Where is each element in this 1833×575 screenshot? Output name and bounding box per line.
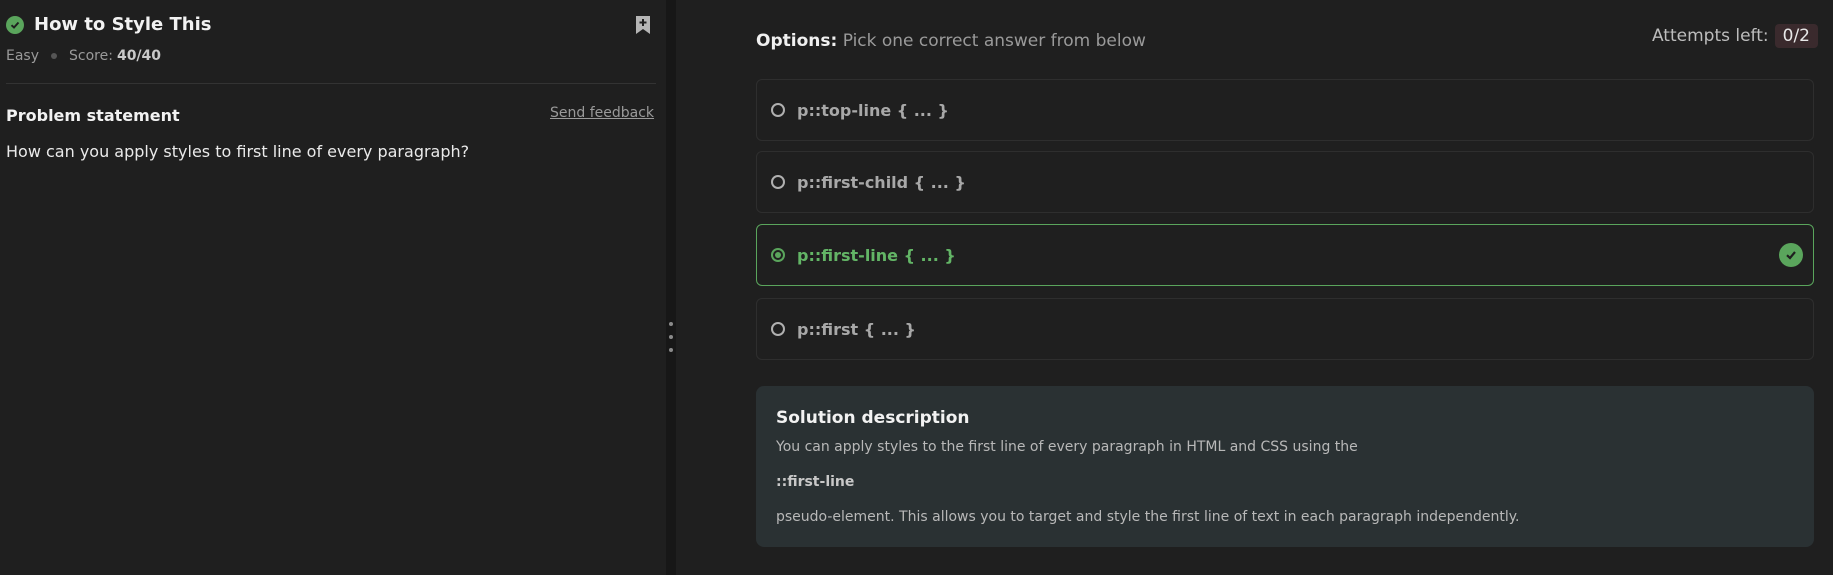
bookmark-add-icon[interactable] [633, 14, 653, 36]
option-text: p::top-line { ... } [797, 100, 949, 120]
problem-panel: How to Style This Easy Score: 40/40 Prob… [0, 0, 666, 575]
options-label: Options: [756, 31, 838, 51]
options-hint: Pick one correct answer from below [842, 31, 1146, 51]
score-value: 40/40 [116, 48, 162, 64]
option-3[interactable]: p::first-line { ... } [756, 224, 1814, 286]
options-instruction: Options: Pick one correct answer from be… [756, 31, 1146, 51]
attempts-counter: Attempts left: 0/2 [1652, 24, 1818, 48]
radio-icon[interactable] [771, 175, 785, 189]
option-2[interactable]: p::first-child { ... } [756, 151, 1814, 213]
solution-heading: Solution description [776, 408, 970, 428]
attempts-label: Attempts left: [1651, 26, 1769, 46]
radio-icon[interactable] [771, 103, 785, 117]
drag-handle-icon [669, 348, 673, 352]
score-label: Score: [69, 48, 113, 64]
solution-text-1: You can apply styles to the first line o… [776, 439, 1358, 455]
difficulty-label: Easy [6, 48, 40, 64]
quiz-panel: Options: Pick one correct answer from be… [676, 0, 1833, 575]
problem-meta: Easy Score: 40/40 [6, 48, 161, 64]
problem-title-row: How to Style This [6, 14, 212, 35]
option-text: p::first-line { ... } [797, 245, 956, 265]
solution-description: Solution description You can apply style… [756, 386, 1814, 547]
radio-icon[interactable] [771, 322, 785, 336]
option-text: p::first-child { ... } [797, 172, 966, 192]
send-feedback-link[interactable]: Send feedback [550, 105, 654, 121]
option-1[interactable]: p::top-line { ... } [756, 79, 1814, 141]
problem-title: How to Style This [34, 14, 212, 35]
pane-resize-handle[interactable] [666, 0, 676, 575]
solution-text-2: pseudo-element. This allows you to targe… [776, 509, 1520, 525]
solved-check-icon [6, 15, 24, 34]
option-text: p::first { ... } [797, 319, 916, 339]
radio-selected-icon[interactable] [771, 248, 785, 262]
solution-code: ::first-line [776, 474, 855, 490]
drag-handle-icon [669, 335, 673, 339]
option-4[interactable]: p::first { ... } [756, 298, 1814, 360]
statement-text: How can you apply styles to first line o… [6, 142, 470, 161]
attempts-badge: 0/2 [1774, 24, 1818, 48]
separator-dot [51, 53, 58, 59]
correct-check-icon [1779, 243, 1803, 267]
drag-handle-icon [669, 322, 673, 326]
divider-line [6, 83, 656, 84]
statement-heading: Problem statement [6, 106, 180, 125]
